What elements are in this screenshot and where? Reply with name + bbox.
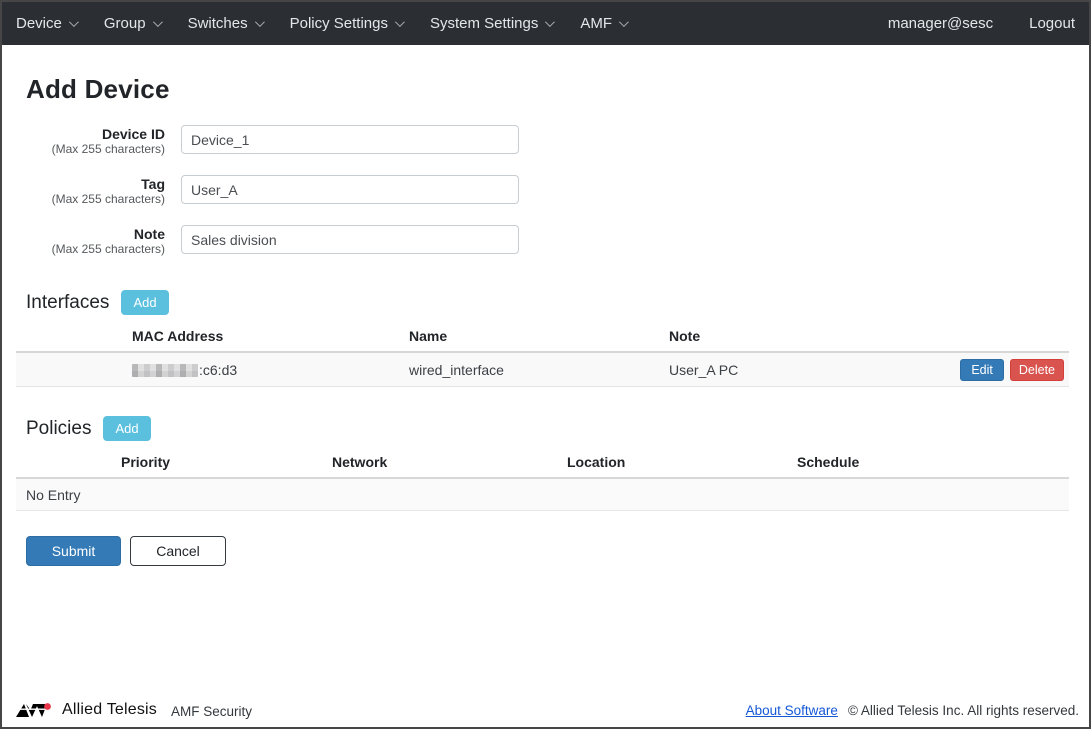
policies-empty-row: No Entry <box>16 479 1069 511</box>
nav-item-policy-settings[interactable]: Policy Settings <box>276 7 416 40</box>
col-header-name: Name <box>409 328 666 344</box>
chevron-down-icon <box>255 17 265 27</box>
chevron-down-icon <box>619 17 629 27</box>
brand: Allied Telesis AMF Security <box>16 701 252 719</box>
col-header-mac-address: MAC Address <box>16 328 409 344</box>
interface-edit-button[interactable]: Edit <box>960 359 1004 381</box>
interfaces-table-header: MAC Address Name Note <box>16 328 1069 353</box>
add-device-form: Device ID (Max 255 characters) Tag (Max … <box>16 125 1065 256</box>
product-name: AMF Security <box>171 701 252 719</box>
interface-row-actions: Edit Delete <box>960 359 1069 381</box>
interfaces-add-button[interactable]: Add <box>121 290 168 315</box>
policies-table: Priority Network Location Schedule No En… <box>16 454 1069 511</box>
policies-table-header: Priority Network Location Schedule <box>16 454 1069 479</box>
mac-redacted-pixelation <box>132 364 198 377</box>
nav-item-label: System Settings <box>430 15 538 32</box>
col-header-schedule: Schedule <box>797 454 1069 470</box>
interface-delete-button[interactable]: Delete <box>1010 359 1064 381</box>
note-input[interactable] <box>181 225 519 254</box>
policies-add-button[interactable]: Add <box>103 416 150 441</box>
nav-item-device[interactable]: Device <box>16 7 90 40</box>
note-label: Note <box>16 226 165 242</box>
chevron-down-icon <box>69 17 79 27</box>
allied-telesis-logo-icon <box>16 702 56 719</box>
nav-item-label: Switches <box>188 15 248 32</box>
nav-item-label: Policy Settings <box>290 15 388 32</box>
tag-hint: (Max 255 characters) <box>16 192 165 206</box>
logged-in-user: manager@sesc <box>888 15 993 32</box>
interface-table-row: :c6:d3 wired_interface User_A PC Edit De… <box>16 353 1069 387</box>
tag-label: Tag <box>16 176 165 192</box>
nav-item-amf[interactable]: AMF <box>566 7 640 40</box>
chevron-down-icon <box>545 17 555 27</box>
page-footer: Allied Telesis AMF Security About Softwa… <box>2 697 1089 727</box>
col-header-network: Network <box>332 454 567 470</box>
nav-item-label: AMF <box>580 15 612 32</box>
col-header-note: Note <box>666 328 1069 344</box>
interface-note-cell: User_A PC <box>666 362 960 378</box>
interfaces-title: Interfaces <box>26 292 109 314</box>
nav-item-switches[interactable]: Switches <box>174 7 276 40</box>
form-action-buttons: Submit Cancel <box>26 536 1065 566</box>
device-id-hint: (Max 255 characters) <box>16 142 165 156</box>
policies-section-header: Policies Add <box>26 416 1065 441</box>
page-title: Add Device <box>26 74 1065 105</box>
interface-mac-visible: :c6:d3 <box>199 362 237 378</box>
cancel-button[interactable]: Cancel <box>130 536 226 566</box>
device-id-input[interactable] <box>181 125 519 154</box>
form-row-tag: Tag (Max 255 characters) <box>16 175 1065 206</box>
copyright-text: © Allied Telesis Inc. All rights reserve… <box>848 703 1079 718</box>
nav-item-label: Group <box>104 15 146 32</box>
main-content: Add Device Device ID (Max 255 characters… <box>2 74 1089 566</box>
device-id-label-block: Device ID (Max 255 characters) <box>16 125 165 156</box>
interface-name-cell: wired_interface <box>409 362 666 378</box>
interface-mac-cell: :c6:d3 <box>16 362 409 378</box>
device-id-label: Device ID <box>16 126 165 142</box>
form-row-note: Note (Max 255 characters) <box>16 225 1065 256</box>
interfaces-table: MAC Address Name Note :c6:d3 wired_inter… <box>16 328 1069 387</box>
nav-item-label: Device <box>16 15 62 32</box>
chevron-down-icon <box>395 17 405 27</box>
interfaces-section-header: Interfaces Add <box>26 290 1065 315</box>
footer-right: About Software © Allied Telesis Inc. All… <box>746 703 1079 718</box>
tag-label-block: Tag (Max 255 characters) <box>16 175 165 206</box>
nav-item-group[interactable]: Group <box>90 7 174 40</box>
tag-input[interactable] <box>181 175 519 204</box>
about-software-link[interactable]: About Software <box>746 703 838 718</box>
note-hint: (Max 255 characters) <box>16 242 165 256</box>
nav-item-system-settings[interactable]: System Settings <box>416 7 566 40</box>
chevron-down-icon <box>153 17 163 27</box>
policies-title: Policies <box>26 418 91 440</box>
form-row-device-id: Device ID (Max 255 characters) <box>16 125 1065 156</box>
submit-button[interactable]: Submit <box>26 536 121 566</box>
top-navbar: Device Group Switches Policy Settings Sy… <box>2 2 1089 45</box>
note-label-block: Note (Max 255 characters) <box>16 225 165 256</box>
col-header-location: Location <box>567 454 797 470</box>
col-header-priority: Priority <box>16 454 332 470</box>
brand-name: Allied Telesis <box>62 701 157 719</box>
nav-right: manager@sesc Logout <box>888 15 1075 32</box>
logout-button[interactable]: Logout <box>1029 15 1075 32</box>
nav-menu: Device Group Switches Policy Settings Sy… <box>16 7 640 40</box>
app-window: Device Group Switches Policy Settings Sy… <box>0 0 1091 729</box>
